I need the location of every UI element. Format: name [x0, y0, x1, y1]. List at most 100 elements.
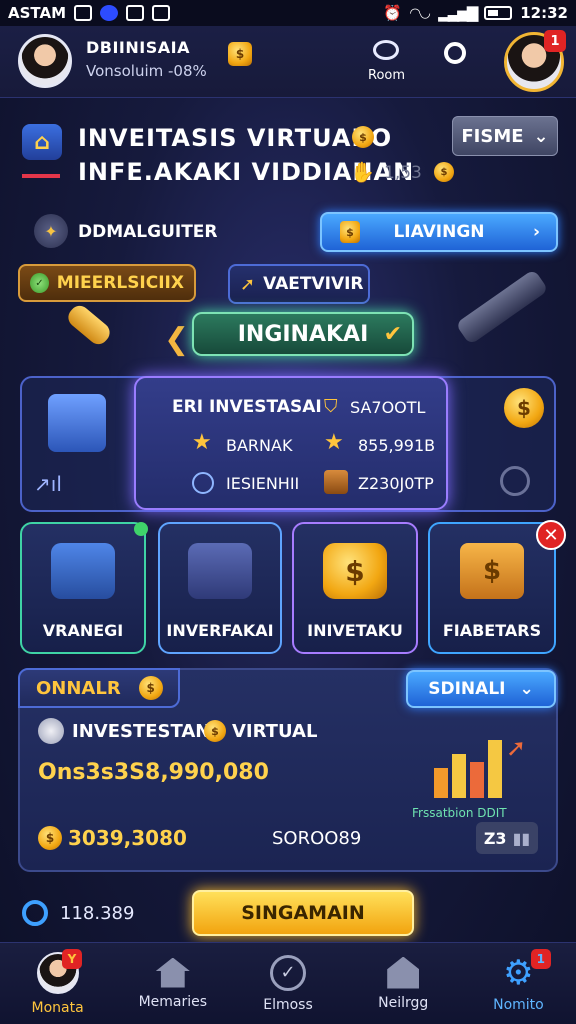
nav-item-memaries[interactable]: Memaries: [115, 943, 230, 1024]
coin-icon: $: [434, 162, 454, 182]
stats-chip[interactable]: Z3 ▮▮: [476, 822, 538, 854]
clock-label: 12:32: [520, 4, 568, 22]
card-inivetaku[interactable]: $ INIVETAKU: [292, 522, 418, 654]
search-icon: [444, 42, 466, 64]
money-bag-icon: $: [460, 543, 524, 599]
info-row-value: Z230J0TP: [358, 474, 434, 493]
center-pill-label: INGINAKAI: [237, 321, 369, 347]
card-inverfakai[interactable]: INVERFAKAI: [158, 522, 282, 654]
card-vranegi[interactable]: VRANEGI: [20, 522, 146, 654]
room-button[interactable]: [366, 40, 406, 68]
nav-label: Neilrgg: [378, 994, 429, 1011]
summary-big-value: Ons3s3S8,990,080: [38, 760, 269, 785]
card-label: INVERFAKAI: [166, 621, 274, 640]
check-coin-icon: ✓: [30, 273, 49, 293]
tag-blue[interactable]: ➚ VAETVIVIR: [228, 264, 370, 304]
shield-icon: ⛉: [324, 396, 338, 417]
center-pill[interactable]: INGINAKAI ✔: [192, 312, 414, 356]
bottom-nav: Monata Y Memaries ✓ Elmoss Neilrgg ⚙ Nom…: [0, 942, 576, 1024]
cta-button[interactable]: SINGAMAIN: [192, 890, 414, 936]
document-icon: [48, 394, 106, 452]
target-icon: [22, 900, 48, 926]
star-icon: ★: [324, 430, 344, 455]
alarm-icon: ⏰: [383, 4, 403, 22]
profile-avatar[interactable]: [18, 34, 72, 88]
bar-mark: [434, 768, 448, 798]
graph-caption: Frssatbion DDIT: [412, 806, 507, 820]
nav-item-monata[interactable]: Monata Y: [0, 943, 115, 1024]
coin-icon: $: [340, 221, 360, 243]
stats-chip-text: Z3: [483, 828, 507, 848]
nav-item-neilrgg[interactable]: Neilrgg: [346, 943, 461, 1024]
card-label: INIVETAKU: [307, 621, 403, 640]
camera-icon: [373, 40, 399, 60]
signal-icon: ▂▃▅▇: [438, 4, 478, 22]
coin-icon: $: [352, 126, 374, 148]
nav-item-elmoss[interactable]: ✓ Elmoss: [230, 943, 345, 1024]
nav-label: Elmoss: [263, 996, 313, 1013]
key-icon: [64, 301, 114, 349]
refresh-icon: [500, 466, 530, 496]
dollar-key-icon: $: [504, 388, 544, 428]
notification-badge: 1: [544, 30, 566, 52]
browser-icon: [100, 5, 119, 21]
accent-underline: [22, 174, 60, 178]
gold-coin-icon: $: [323, 543, 387, 599]
bank-icon: [155, 957, 190, 988]
room-label: Room: [368, 68, 406, 83]
card-label: VRANEGI: [42, 621, 124, 640]
checkmark-icon: ✔: [383, 321, 402, 347]
counter-value: 118.389: [60, 903, 135, 924]
online-dot: [134, 522, 148, 536]
chart-icon: ↗ıl: [34, 472, 62, 496]
star-icon: ★: [192, 430, 212, 455]
summary-dropdown[interactable]: SDINALI ⌄: [406, 670, 556, 708]
clap-icon: ✋: [350, 160, 375, 184]
nav-badge: 1: [530, 949, 551, 969]
search-button[interactable]: [444, 42, 472, 70]
filter-dropdown-label: FISME: [461, 125, 524, 147]
chevron-right-icon: ›: [532, 222, 540, 242]
close-icon[interactable]: ✕: [536, 520, 566, 550]
gallery-icon: [74, 5, 93, 21]
summary-tab[interactable]: ONNALR $: [18, 668, 180, 708]
battery-icon: [484, 6, 513, 20]
mail-icon: [126, 5, 145, 21]
globe-icon: [38, 718, 64, 744]
card-label: FIABETARS: [442, 621, 542, 640]
wifi-icon: ◠◡: [410, 5, 431, 21]
chat-icon: [387, 956, 420, 989]
tag-gold[interactable]: ✓ MIEERLSICIIX: [18, 264, 196, 302]
info-title-value: SA7OOTL: [350, 398, 426, 417]
info-title: ERI INVESTASAI: [172, 397, 322, 417]
bolt-icon: ➚: [240, 273, 256, 295]
leaving-button[interactable]: $ LIAVINGN ›: [320, 212, 558, 252]
coin-icon: $: [228, 42, 252, 66]
filter-dropdown[interactable]: FISME ⌄: [452, 116, 558, 156]
gear-icon: ⚙: [503, 952, 534, 993]
coin-icon: $: [38, 826, 62, 850]
home-icon: ⌂: [22, 124, 62, 160]
summary-row-label: INVESTESTAN: [72, 721, 211, 742]
user-name: DBIINISAIA: [86, 38, 190, 57]
bars-icon: ▮▮: [512, 828, 531, 848]
summary-tab-label: ONNALR: [36, 677, 121, 699]
arrow-left-icon: ❮: [164, 322, 190, 357]
summary-dropdown-label: SDINALI: [428, 679, 506, 699]
token-icon: ✦: [34, 214, 68, 248]
info-row-label: IESIENHII: [226, 474, 300, 493]
arrow-up-icon: ➚: [506, 734, 527, 762]
check-circle-icon: ✓: [270, 954, 306, 991]
nav-item-nomito[interactable]: ⚙ Nomito 1: [461, 943, 576, 1024]
carrier-label: ASTAM: [8, 4, 67, 22]
summary-mid-value: SOROO89: [272, 828, 362, 849]
tag-gold-label: MIEERLSICIIX: [56, 273, 184, 293]
cta-button-label: SINGAMAIN: [241, 902, 365, 924]
telescope-icon: [455, 268, 549, 346]
summary-row-label: VIRTUAL: [232, 721, 318, 742]
banner-value: 1,53: [384, 163, 422, 183]
section-label: DDMALGUITER: [78, 222, 218, 242]
coin-icon: $: [138, 676, 163, 700]
user-subtitle: Vonsoluim -08%: [86, 62, 207, 80]
nav-label: Memaries: [138, 993, 208, 1010]
